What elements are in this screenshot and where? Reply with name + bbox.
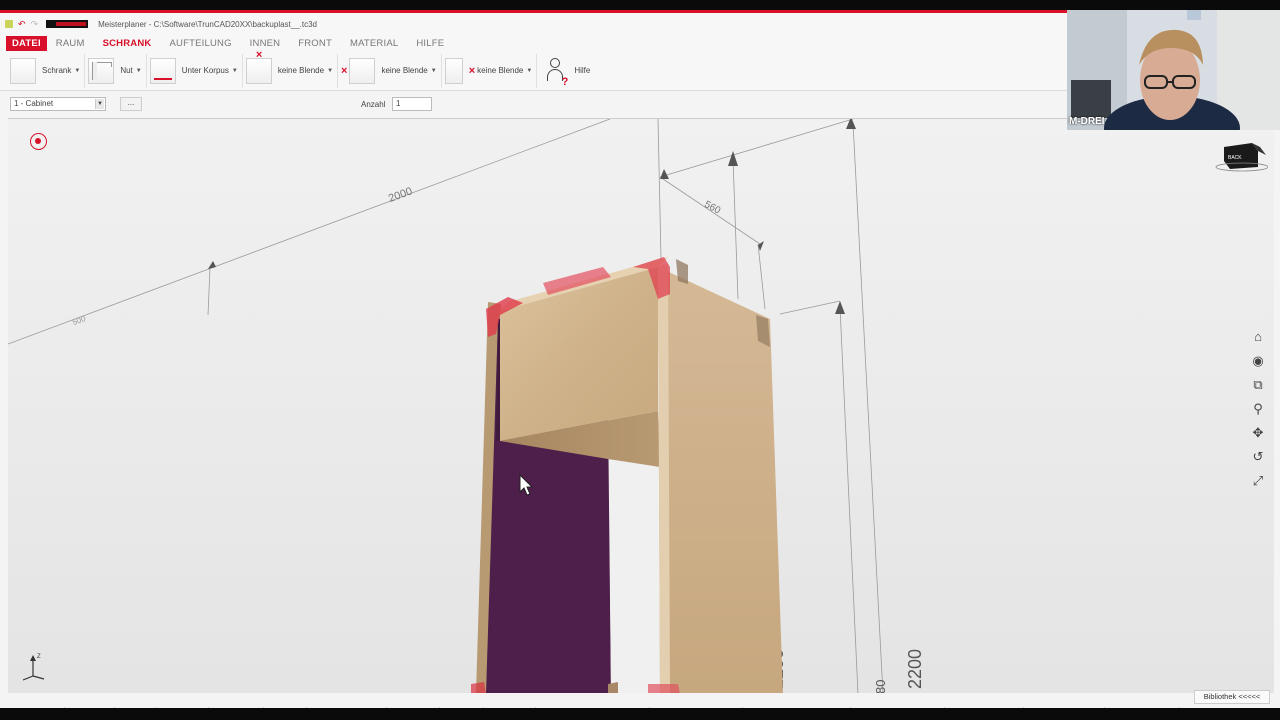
- chevron-down-icon[interactable]: ▼: [232, 68, 238, 74]
- chevron-down-icon[interactable]: ▼: [327, 68, 333, 74]
- help-person-icon: ?: [544, 56, 568, 88]
- redacted-logo: [46, 20, 89, 28]
- shortcut-bar: F1 – FarbcodeF2 – KonturF3 – S/WF4 – Ren…: [0, 705, 1280, 708]
- view-cube-label: BACK: [1228, 155, 1242, 161]
- shortcut-item: F10 – Raum: [484, 706, 536, 708]
- close-icon: ×: [341, 64, 348, 77]
- dimension-height-3: 2200: [905, 649, 925, 689]
- dimension-depth: 560: [702, 199, 722, 217]
- nut-button[interactable]: Nut ▼: [88, 53, 147, 88]
- chevron-down-icon[interactable]: ▼: [74, 68, 80, 74]
- blende-right-button[interactable]: × keine Blende ▼: [444, 53, 538, 88]
- anzahl-input[interactable]: 1: [392, 97, 432, 111]
- close-icon: ×: [468, 64, 476, 77]
- blende-left-button[interactable]: × keine Blende ▼: [341, 53, 442, 88]
- menu-datei[interactable]: DATEI: [6, 35, 47, 51]
- menu-raum[interactable]: RAUM: [47, 38, 94, 49]
- more-button[interactable]: ...: [120, 97, 142, 111]
- pan-icon[interactable]: ✥: [1250, 425, 1266, 441]
- shortcut-item: Strg+P – Perspektive: [1024, 706, 1105, 708]
- home-icon[interactable]: ⌂: [1250, 329, 1266, 345]
- undo-icon[interactable]: ↶: [18, 20, 26, 29]
- help-button[interactable]: ? Hilfe: [540, 54, 594, 88]
- right-panel-icon: [444, 57, 463, 84]
- blende-right-label: keine Blende: [477, 66, 524, 75]
- menu-aufteilung[interactable]: AUFTEILUNG: [160, 38, 240, 49]
- dimension-height-2: 80: [873, 680, 888, 693]
- blende-top-label: keine Blende: [277, 66, 325, 75]
- zoom-icon[interactable]: ⚲: [1250, 401, 1266, 417]
- library-button[interactable]: Bibliothek <<<<<: [1194, 690, 1270, 704]
- groove-icon: [88, 57, 115, 84]
- menu-schrank[interactable]: SCHRANK: [94, 38, 161, 49]
- chevron-down-icon[interactable]: ▼: [431, 68, 437, 74]
- shortcut-item: F8 – Fronten: [387, 706, 441, 708]
- shortcut-item: F9 – Linie: [440, 706, 484, 708]
- chevron-down-icon[interactable]: ▼: [136, 68, 142, 74]
- help-label: Hilfe: [574, 66, 591, 75]
- cabinet-icon: [10, 57, 36, 84]
- visibility-eye-icon[interactable]: [30, 133, 47, 150]
- left-panel-icon: [349, 57, 376, 84]
- korpus-button[interactable]: Unter Korpus ▼: [149, 53, 243, 88]
- axis-z-label: Z: [37, 654, 41, 660]
- shortcut-item: Strg+Mouseover – Bauteilinfo: [743, 706, 852, 708]
- cabinet-model[interactable]: [471, 257, 783, 693]
- shortcut-item: Strg+F1 – Schatten: [1105, 706, 1180, 708]
- 3d-viewport[interactable]: 2000 500 560 2200 80 2200: [8, 118, 1274, 693]
- top-panel-icon: ×: [245, 49, 272, 84]
- menu-front[interactable]: FRONT: [289, 38, 341, 49]
- blende-top-button[interactable]: × keine Blende ▼: [245, 49, 339, 88]
- shortcut-item: F7 – Steuerelemente: [307, 706, 388, 708]
- dimension-side: 500: [71, 314, 87, 327]
- webcam-overlay: M-DREI: [1067, 10, 1280, 130]
- save-icon[interactable]: [5, 20, 13, 28]
- cabinet-select-value: 1 - Cabinet: [14, 99, 54, 108]
- nut-label: Nut: [120, 66, 133, 75]
- menu-innen[interactable]: INNEN: [241, 38, 290, 49]
- carcass-icon: [149, 57, 176, 84]
- fit-view-icon[interactable]: ⤢: [1250, 473, 1266, 489]
- blende-left-label: keine Blende: [381, 66, 428, 75]
- top-box-front: [500, 267, 658, 441]
- menu-material[interactable]: MATERIAL: [341, 38, 407, 49]
- cabinet-select[interactable]: 1 - Cabinet ▼: [10, 97, 106, 111]
- view-toolbar: ⌂ ◉ ⧉ ⚲ ✥ ↺ ⤢: [1248, 329, 1268, 497]
- webcam-person-image: [1067, 10, 1280, 130]
- orbit-icon[interactable]: ◉: [1250, 353, 1266, 369]
- shortcut-item: F6 – Glas: [264, 706, 308, 708]
- shortcut-item: F1 – Farbcode: [6, 706, 66, 708]
- zoom-window-icon[interactable]: ⧉: [1250, 377, 1266, 393]
- axis-gizmo-icon: Z: [22, 654, 45, 681]
- dimension-width: 2000: [387, 185, 414, 205]
- korpus-label: Unter Korpus: [181, 66, 229, 75]
- schrank-label: Schrank: [42, 66, 72, 75]
- redo-icon[interactable]: ↷: [31, 20, 39, 29]
- menu-hilfe[interactable]: HILFE: [407, 38, 453, 49]
- view-cube-icon[interactable]: BACK: [1214, 139, 1268, 173]
- chevron-down-icon[interactable]: ▼: [526, 68, 532, 74]
- window-title: Meisterplaner - C:\Software\TrunCAD20XX\…: [98, 19, 318, 29]
- anzahl-label: Anzahl: [361, 100, 386, 109]
- shortcut-item: Shift+Kreuz – Korpus aktivieren: [536, 706, 651, 708]
- shortcut-item: F2 – Kontur: [65, 706, 115, 708]
- chevron-down-icon[interactable]: ▼: [95, 99, 104, 109]
- webcam-label: M-DREI: [1069, 116, 1105, 127]
- shortcut-item: Shift+Bauteil – Ziehpfeile: [650, 706, 744, 708]
- cabinet-3d-scene[interactable]: 2000 500 560 2200 80 2200: [8, 119, 1274, 693]
- shortcut-item: F4 – Render: [157, 706, 209, 708]
- rotate-icon[interactable]: ↺: [1250, 449, 1266, 465]
- shortcut-item: F5 – Kontrast: [209, 706, 264, 708]
- shortcut-item: Strg+Eckpunkt – Messen: [851, 706, 945, 708]
- schrank-button[interactable]: Schrank ▼: [10, 53, 86, 88]
- shortcut-item: F3 – S/W: [115, 706, 157, 708]
- shortcut-item: Strg+O – Orthogonal: [945, 706, 1025, 708]
